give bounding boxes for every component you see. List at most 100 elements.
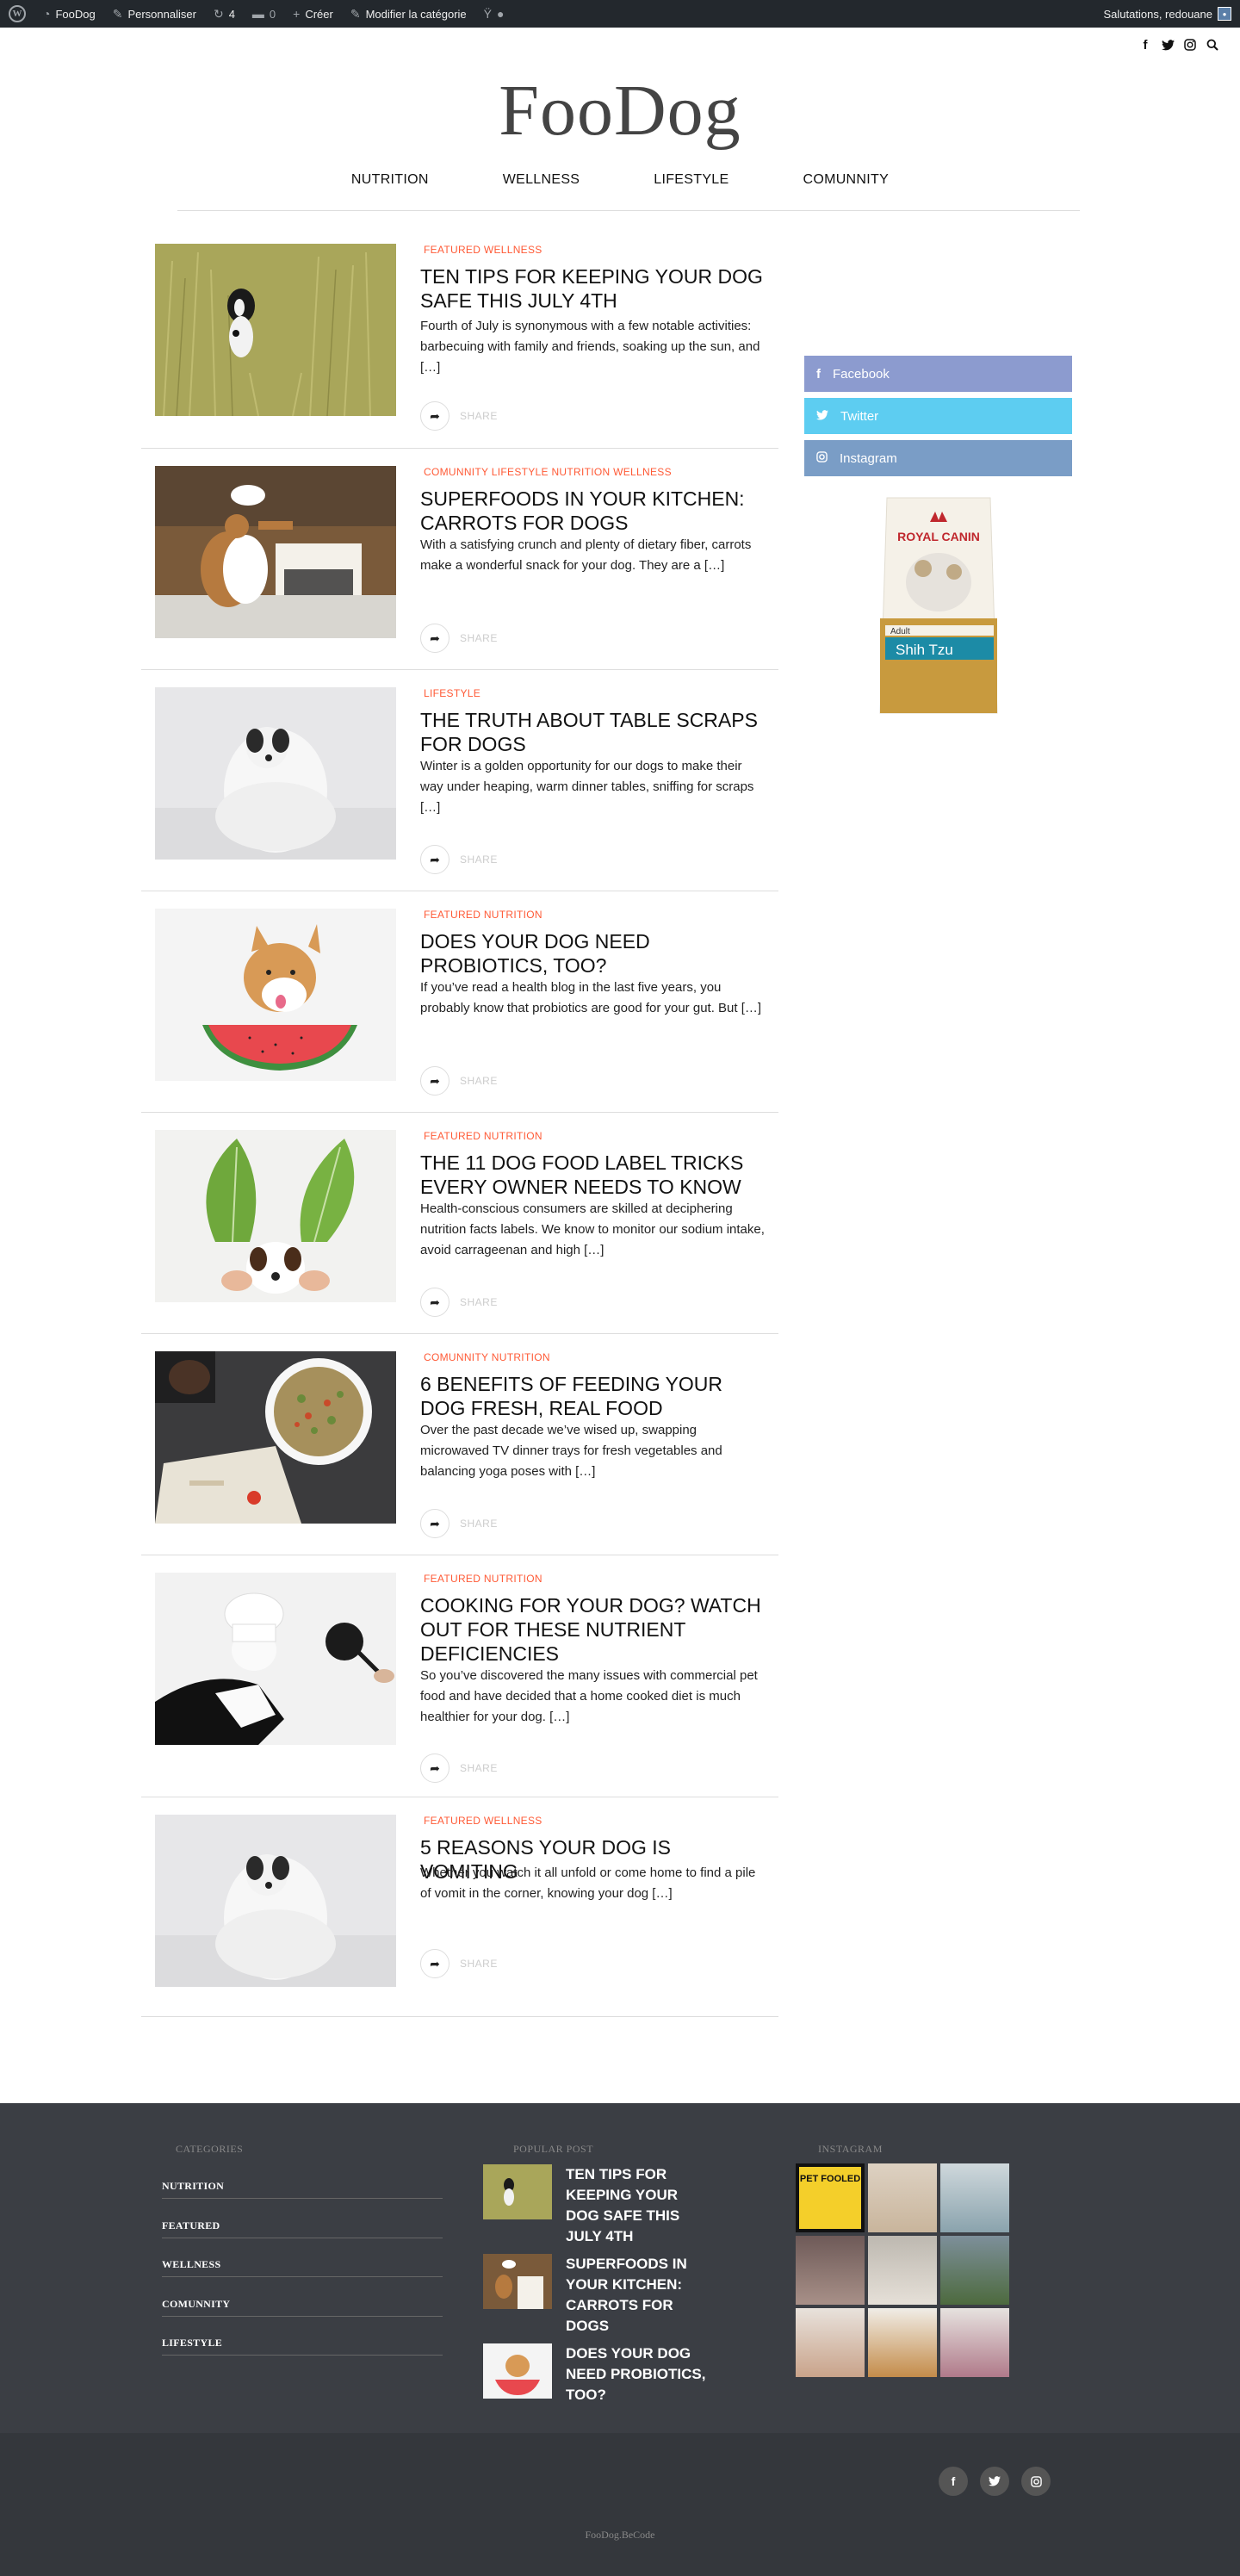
post-card: COMUNNITY LIFESTYLE NUTRITION WELLNESS S… bbox=[141, 449, 778, 670]
instagram-icon bbox=[816, 450, 828, 466]
post-card: FEATURED NUTRITION DOES YOUR DOG NEED PR… bbox=[141, 891, 778, 1113]
post-categories[interactable]: LIFESTYLE bbox=[424, 687, 480, 699]
post-categories[interactable]: FEATURED NUTRITION bbox=[424, 909, 542, 921]
footer-category-link[interactable]: WELLNESS bbox=[162, 2258, 443, 2277]
categories-heading: CATEGORIES bbox=[176, 2143, 244, 2155]
post-excerpt: If you’ve read a health blog in the last… bbox=[420, 980, 762, 1015]
share-group: ➦ SHARE bbox=[420, 1066, 498, 1096]
sidebar-ad[interactable]: ROYAL CANIN Adult Shih Tzu bbox=[852, 489, 1025, 722]
popular-thumbnail bbox=[483, 2254, 552, 2309]
share-label: SHARE bbox=[460, 1762, 498, 1774]
footer-category-link[interactable]: FEATURED bbox=[162, 2219, 443, 2238]
footer-social: f bbox=[939, 2467, 1051, 2496]
instagram-photo[interactable] bbox=[796, 2236, 865, 2305]
post-thumbnail[interactable] bbox=[155, 1130, 396, 1302]
share-group: ➦ SHARE bbox=[420, 401, 498, 431]
facebook-icon[interactable]: f bbox=[939, 2467, 968, 2496]
popular-heading: POPULAR POST bbox=[513, 2143, 594, 2155]
share-icon[interactable]: ➦ bbox=[420, 1754, 450, 1783]
post-thumbnail[interactable] bbox=[155, 466, 396, 638]
facebook-icon[interactable]: f bbox=[1138, 38, 1152, 53]
share-label: SHARE bbox=[460, 1296, 498, 1308]
new-label: Créer bbox=[305, 7, 333, 21]
post-categories[interactable]: FEATURED NUTRITION bbox=[424, 1573, 542, 1585]
updates-count: 4 bbox=[228, 7, 235, 21]
post-card: FEATURED NUTRITION THE 11 DOG FOOD LABEL… bbox=[141, 1113, 778, 1334]
footer-category-link[interactable]: COMUNNITY bbox=[162, 2298, 443, 2317]
main-nav: NUTRITION WELLNESS LIFESTYLE COMUNNITY bbox=[0, 172, 1240, 188]
ad-brand: ROYAL CANIN bbox=[897, 530, 980, 543]
share-icon[interactable]: ➦ bbox=[420, 1066, 450, 1096]
comments-link[interactable]: ▬ 0 bbox=[244, 0, 284, 28]
wordpress-menu[interactable]: W bbox=[0, 0, 34, 28]
post-categories[interactable]: FEATURED WELLNESS bbox=[424, 1815, 542, 1827]
post-card: LIFESTYLE THE TRUTH ABOUT TABLE SCRAPS F… bbox=[141, 670, 778, 891]
instagram-photo[interactable] bbox=[940, 2236, 1009, 2305]
twitter-icon[interactable] bbox=[1161, 38, 1175, 52]
post-title[interactable]: 6 BENEFITS OF FEEDING YOUR DOG FRESH, RE… bbox=[420, 1372, 765, 1420]
post-card: FEATURED WELLNESS 5 REASONS YOUR DOG IS … bbox=[141, 1797, 778, 2017]
post-title[interactable]: DOES YOUR DOG NEED PROBIOTICS, TOO? bbox=[420, 929, 765, 978]
nav-item-comunnity[interactable]: COMUNNITY bbox=[803, 172, 889, 188]
share-icon[interactable]: ➦ bbox=[420, 845, 450, 874]
post-thumbnail[interactable] bbox=[155, 1351, 396, 1524]
share-icon[interactable]: ➦ bbox=[420, 624, 450, 653]
post-categories[interactable]: FEATURED WELLNESS bbox=[424, 244, 542, 256]
nav-item-lifestyle[interactable]: LIFESTYLE bbox=[654, 172, 728, 188]
post-categories[interactable]: COMUNNITY LIFESTYLE NUTRITION WELLNESS bbox=[424, 466, 672, 478]
instagram-photo[interactable] bbox=[868, 2163, 937, 2232]
post-title[interactable]: SUPERFOODS IN YOUR KITCHEN: CARROTS FOR … bbox=[420, 487, 765, 535]
share-icon[interactable]: ➦ bbox=[420, 1949, 450, 1978]
post-title[interactable]: COOKING FOR YOUR DOG? WATCH OUT FOR THES… bbox=[420, 1593, 765, 1666]
post-title[interactable]: THE 11 DOG FOOD LABEL TRICKS EVERY OWNER… bbox=[420, 1151, 765, 1199]
instagram-photo[interactable]: PET FOOLED bbox=[796, 2163, 865, 2232]
instagram-photo[interactable] bbox=[940, 2308, 1009, 2377]
share-icon[interactable]: ➦ bbox=[420, 401, 450, 431]
post-categories[interactable]: FEATURED NUTRITION bbox=[424, 1130, 542, 1142]
instagram-photo[interactable] bbox=[796, 2308, 865, 2377]
yoast-menu[interactable]: Ÿ ● bbox=[475, 0, 513, 28]
post-title[interactable]: THE TRUTH ABOUT TABLE SCRAPS FOR DOGS bbox=[420, 708, 765, 756]
footer-category-link[interactable]: NUTRITION bbox=[162, 2180, 443, 2199]
popular-post[interactable]: TEN TIPS FOR KEEPING YOUR DOG SAFE THIS … bbox=[483, 2164, 712, 2247]
nav-item-wellness[interactable]: WELLNESS bbox=[503, 172, 580, 188]
post-excerpt: Fourth of July is synonymous with a few … bbox=[420, 319, 760, 375]
post-title[interactable]: TEN TIPS FOR KEEPING YOUR DOG SAFE THIS … bbox=[420, 264, 765, 313]
updates-link[interactable]: ↻ 4 bbox=[205, 0, 244, 28]
post-excerpt: Winter is a golden opportunity for our d… bbox=[420, 759, 754, 815]
instagram-icon[interactable] bbox=[1183, 38, 1197, 52]
post-thumbnail[interactable] bbox=[155, 1573, 396, 1745]
footer-credit: FooDog.BeCode bbox=[585, 2529, 655, 2541]
new-content-link[interactable]: + Créer bbox=[284, 0, 342, 28]
share-icon[interactable]: ➦ bbox=[420, 1288, 450, 1317]
site-name-label: FooDog bbox=[55, 7, 96, 21]
twitter-button[interactable]: Twitter bbox=[804, 398, 1072, 434]
customize-link[interactable]: ✎ Personnaliser bbox=[104, 0, 205, 28]
instagram-photo[interactable] bbox=[940, 2163, 1009, 2232]
twitter-icon[interactable] bbox=[980, 2467, 1009, 2496]
post-categories[interactable]: COMUNNITY NUTRITION bbox=[424, 1351, 550, 1363]
edit-category-link[interactable]: ✎ Modifier la catégorie bbox=[342, 0, 475, 28]
popular-post[interactable]: SUPERFOODS IN YOUR KITCHEN: CARROTS FOR … bbox=[483, 2254, 712, 2337]
footer-category-link[interactable]: LIFESTYLE bbox=[162, 2337, 443, 2356]
instagram-photo[interactable] bbox=[868, 2308, 937, 2377]
post-thumbnail[interactable] bbox=[155, 909, 396, 1081]
post-thumbnail[interactable] bbox=[155, 687, 396, 860]
refresh-icon: ↻ bbox=[213, 6, 224, 21]
post-excerpt: So you’ve discovered the many issues wit… bbox=[420, 1668, 758, 1724]
instagram-photo[interactable] bbox=[868, 2236, 937, 2305]
instagram-button[interactable]: Instagram bbox=[804, 440, 1072, 476]
instagram-icon[interactable] bbox=[1021, 2467, 1051, 2496]
account-menu[interactable]: Salutations, redouane ● bbox=[1104, 7, 1240, 21]
site-logo[interactable]: FooDog bbox=[0, 69, 1240, 152]
post-thumbnail[interactable] bbox=[155, 244, 396, 416]
facebook-button[interactable]: f Facebook bbox=[804, 356, 1072, 392]
share-icon[interactable]: ➦ bbox=[420, 1509, 450, 1538]
post-thumbnail[interactable] bbox=[155, 1815, 396, 1987]
site-name-link[interactable]: ◔ FooDog bbox=[34, 0, 104, 28]
customize-label: Personnaliser bbox=[127, 7, 196, 21]
popular-post[interactable]: DOES YOUR DOG NEED PROBIOTICS, TOO? bbox=[483, 2343, 712, 2405]
nav-item-nutrition[interactable]: NUTRITION bbox=[351, 172, 429, 188]
popular-title: TEN TIPS FOR KEEPING YOUR DOG SAFE THIS … bbox=[566, 2166, 680, 2244]
search-icon[interactable] bbox=[1206, 38, 1219, 52]
